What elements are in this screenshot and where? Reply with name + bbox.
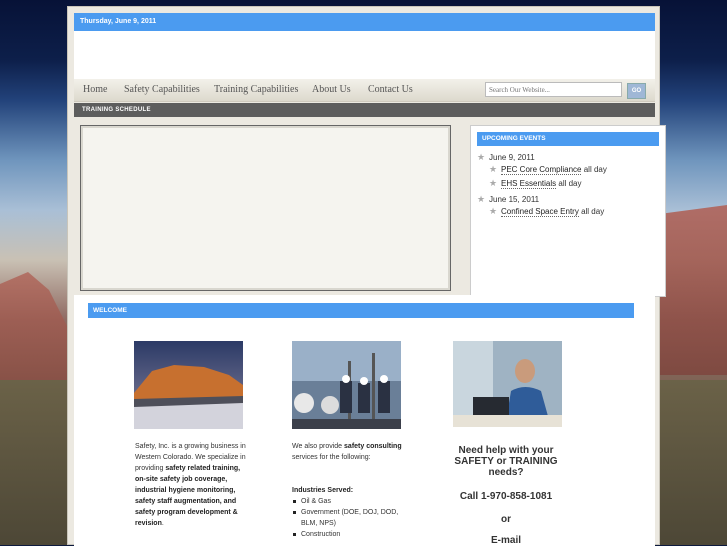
search-go-button[interactable]: GO (627, 83, 646, 99)
event-time: all day (581, 207, 605, 216)
current-date: Thursday, June 9, 2011 (80, 18, 157, 25)
intro-text: Safety, Inc. is a growing business in We… (135, 441, 247, 529)
star-icon: ★ (489, 164, 498, 174)
event-item: ★ Confined Space Entry all day (489, 206, 605, 217)
event-item: ★ EHS Essentials all day (489, 178, 582, 189)
consulting-plain: We also provide (292, 443, 343, 450)
or-text: or (501, 514, 511, 525)
list-item: Construction (292, 529, 404, 540)
star-icon: ★ (489, 206, 498, 216)
upcoming-events-title: UPCOMING EVENTS (477, 132, 659, 146)
consulting-text: We also provide safety consulting servic… (292, 441, 404, 540)
event-item: ★ PEC Core Compliance all day (489, 164, 607, 175)
call-phone-text: Call 1-970-858-1081 (459, 491, 553, 502)
mesa-photo (134, 341, 243, 429)
list-item: Oil & Gas (292, 496, 404, 507)
nav-about-us[interactable]: About Us (312, 79, 351, 101)
event-date-group: ★ June 15, 2011 (477, 194, 540, 205)
star-icon: ★ (477, 152, 486, 162)
email-link[interactable]: E-mail (448, 535, 564, 546)
industries-list: Oil & Gas Government (DOE, DOJ, DOD, BLM… (292, 496, 404, 540)
event-time: all day (583, 165, 607, 174)
event-link-confined-space-entry[interactable]: Confined Space Entry (501, 207, 579, 217)
nav-contact-us[interactable]: Contact Us (368, 79, 413, 101)
slideshow-frame (80, 125, 451, 291)
training-schedule-title: TRAINING SCHEDULE (82, 107, 151, 113)
site-banner (74, 31, 655, 79)
welcome-title: WELCOME (88, 303, 634, 318)
background-mesa-right (656, 205, 727, 375)
page-container: Thursday, June 9, 2011 Home Safety Capab… (67, 6, 666, 546)
event-date: June 15, 2011 (489, 195, 540, 204)
training-schedule-bar: TRAINING SCHEDULE (74, 103, 655, 117)
main-nav: Home Safety Capabilities Training Capabi… (74, 79, 655, 102)
nav-training-capabilities[interactable]: Training Capabilities (214, 79, 298, 101)
event-time: all day (558, 179, 582, 188)
event-link-ehs-essentials[interactable]: EHS Essentials (501, 179, 557, 189)
star-icon: ★ (489, 178, 498, 188)
industries-label: Industries Served: (292, 487, 354, 494)
search-input[interactable] (485, 82, 622, 97)
nav-safety-capabilities[interactable]: Safety Capabilities (124, 79, 200, 101)
need-help-text: Need help with your SAFETY or TRAINING n… (454, 445, 558, 478)
consulting-bold: safety consulting (344, 443, 402, 450)
nav-home[interactable]: Home (83, 79, 107, 101)
workers-photo (292, 341, 401, 429)
welcome-panel: WELCOME Safety, Inc. is a growing busine… (74, 295, 655, 546)
consulting-end: services for the following: (292, 454, 371, 461)
upcoming-events-panel: UPCOMING EVENTS ★ June 9, 2011 ★ PEC Core … (470, 125, 666, 297)
intro-bold-2: safety staff augmentation, and safety pr… (135, 498, 238, 527)
event-link-pec-core-compliance[interactable]: PEC Core Compliance (501, 165, 582, 175)
event-date-group: ★ June 9, 2011 (477, 152, 535, 163)
date-bar: Thursday, June 9, 2011 (74, 13, 655, 31)
star-icon: ★ (477, 194, 486, 204)
phone-photo (453, 341, 562, 427)
list-item: Government (DOE, DOJ, DOD, BLM, NPS) (292, 507, 404, 529)
event-date: June 9, 2011 (489, 153, 535, 162)
intro-end: . (161, 520, 164, 527)
